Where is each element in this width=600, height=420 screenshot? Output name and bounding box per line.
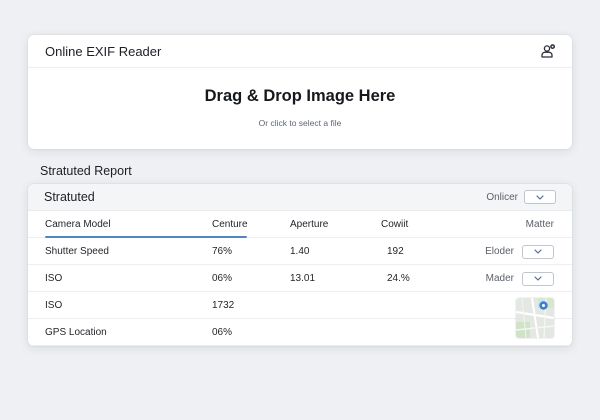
row-value-1: 1732	[212, 300, 235, 311]
header-dropdown-button[interactable]	[524, 190, 556, 204]
row-value-1: 06%	[212, 273, 233, 284]
drop-zone-subtitle[interactable]: Or click to select a file	[259, 118, 342, 128]
uploader-card: Online EXIF Reader Drag & Drop Image Her…	[28, 35, 572, 149]
row-value-3: 192	[387, 246, 404, 257]
row-value-2: 1.40	[290, 246, 310, 257]
map-pin-icon	[539, 301, 548, 310]
row-end-control: Mader	[486, 265, 554, 292]
column-header-aperture[interactable]: Aperture	[290, 211, 328, 238]
table-row: GPS Location 06%	[28, 319, 572, 346]
map-image	[516, 298, 554, 338]
report-card: Stratuted Onlicer Camera Model Centure A…	[28, 184, 572, 346]
row-dropdown-button[interactable]	[522, 244, 554, 259]
app-title: Online EXIF Reader	[45, 43, 162, 59]
chevron-down-icon	[534, 249, 542, 254]
table-row: ISO 1732	[28, 292, 572, 319]
header-select-label: Onlicer	[486, 191, 518, 203]
table-header-row: Camera Model Centure Aperture Cowiit Mat…	[28, 211, 572, 238]
drop-zone[interactable]: Drag & Drop Image Here Or click to selec…	[28, 68, 572, 148]
user-gear-icon[interactable]	[540, 43, 556, 59]
row-label: ISO	[45, 300, 63, 311]
report-heading: Stratuted Report	[40, 164, 132, 178]
row-dropdown-button[interactable]	[522, 271, 554, 286]
chevron-down-icon	[534, 276, 542, 281]
row-end-control: Eloder	[485, 238, 554, 265]
column-header-matter[interactable]: Matter	[526, 211, 554, 238]
row-value-1: 06%	[212, 327, 233, 338]
row-value-3: 24.%	[387, 273, 410, 284]
report-panel-title: Stratuted	[44, 190, 95, 204]
report-panel-header: Stratuted Onlicer	[28, 184, 572, 211]
row-value-1: 76%	[212, 246, 233, 257]
column-header-camera-model[interactable]: Camera Model	[45, 211, 111, 238]
row-value-2: 13.01	[290, 273, 316, 284]
row-label: Shutter Speed	[45, 246, 109, 257]
table-row: ISO 06% 13.01 24.% Mader	[28, 265, 572, 292]
gps-map-thumbnail[interactable]	[516, 298, 554, 338]
row-label: ISO	[45, 273, 63, 284]
column-header-cowiit[interactable]: Cowiit	[381, 211, 408, 238]
row-select-label: Mader	[485, 273, 514, 284]
drop-zone-title: Drag & Drop Image Here	[204, 86, 396, 105]
chevron-down-icon	[536, 194, 544, 200]
column-header-centure[interactable]: Centure	[212, 211, 248, 238]
app-header: Online EXIF Reader	[28, 35, 572, 68]
row-select-label: Eloder	[485, 246, 514, 257]
table-row: Shutter Speed 76% 1.40 192 Eloder	[28, 238, 572, 265]
row-label: GPS Location	[45, 327, 107, 338]
